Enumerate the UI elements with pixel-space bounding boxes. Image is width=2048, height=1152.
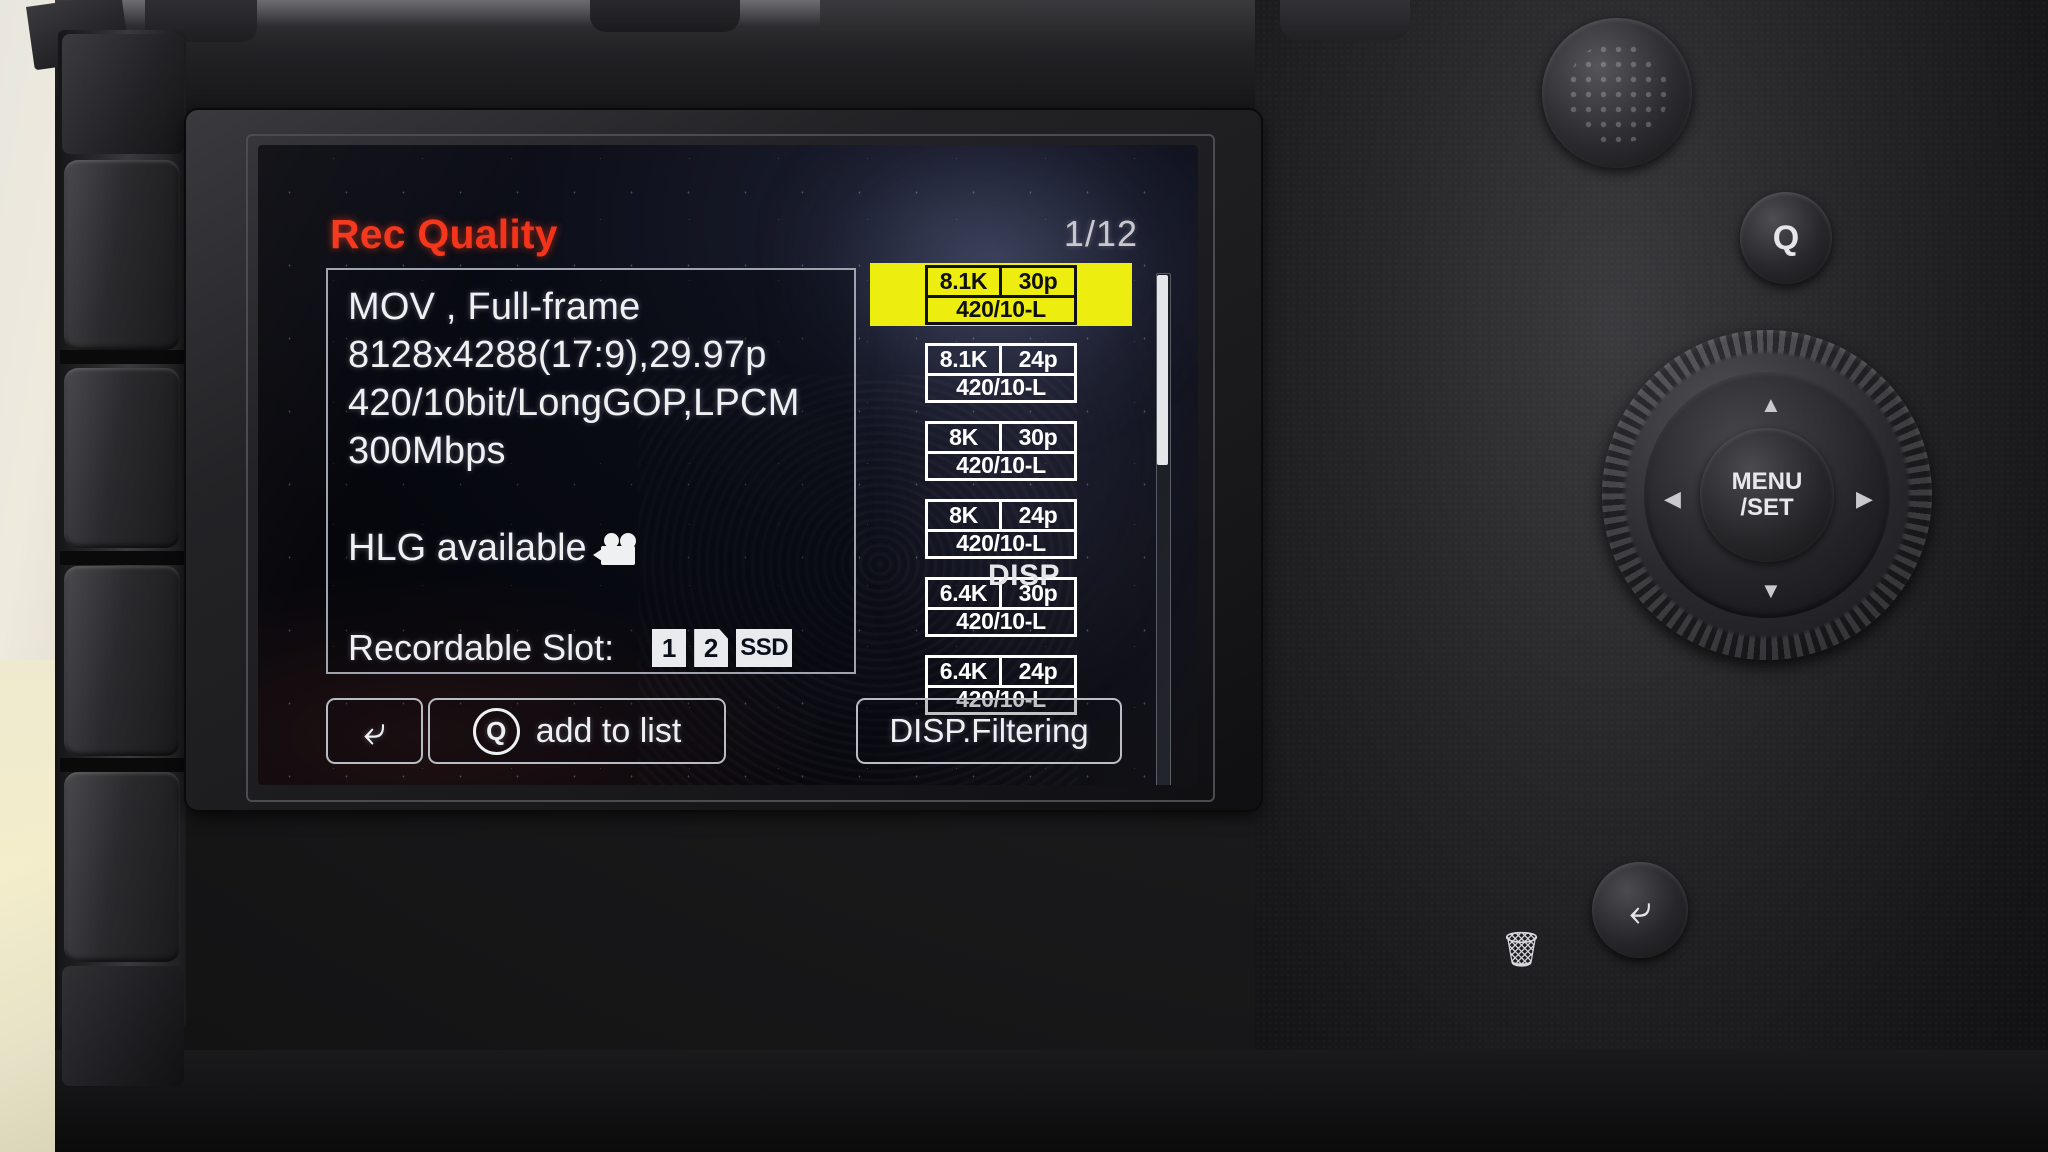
trash-icon: 🗑 [1500,931,1544,969]
disp-button-label: DISP [987,559,1061,592]
camera-photo-scene: Rec Quality 1/12 MOV , Full-frame 8128x4… [0,0,2048,1152]
disp-hardware-button[interactable]: DISP [0,0,1060,592]
